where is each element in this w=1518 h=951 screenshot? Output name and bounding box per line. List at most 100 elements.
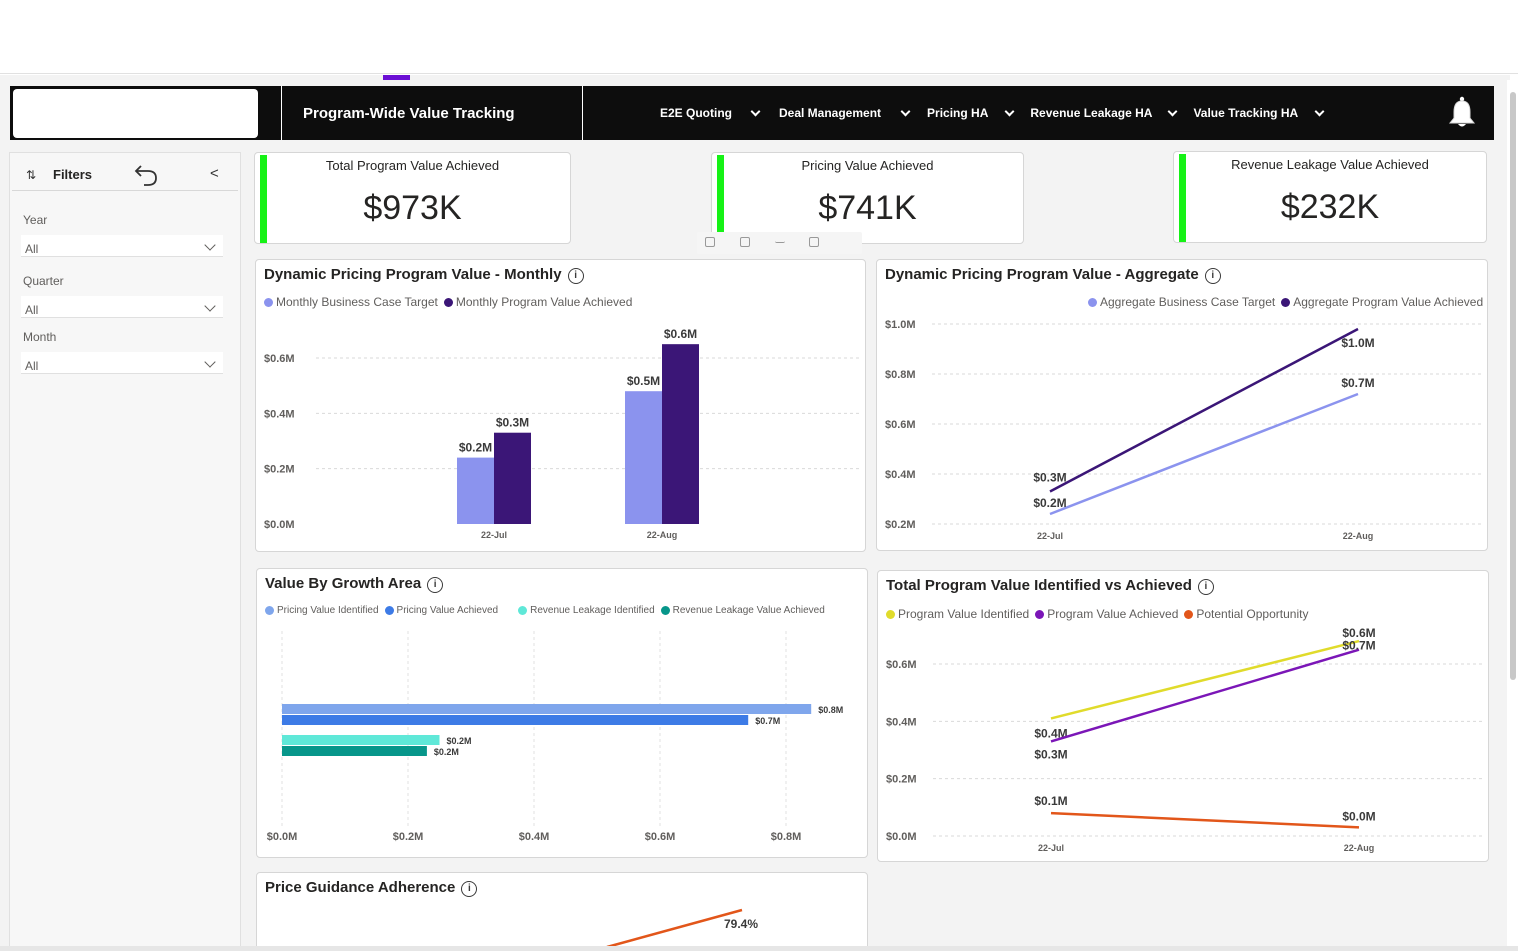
x-tick-label: 22-Aug — [1344, 843, 1375, 853]
nav-item-revenue-leakage-ha[interactable]: Revenue Leakage HA — [1030, 106, 1178, 120]
data-label: $0.6M — [664, 327, 697, 341]
x-tick-label: $0.0M — [267, 831, 298, 843]
sliders-icon: ⇅ — [26, 168, 37, 182]
bottom-bar — [0, 946, 1518, 951]
filter-icon[interactable] — [775, 237, 785, 243]
chevron-down-icon — [1167, 106, 1178, 116]
nav-item-label: E2E Quoting — [660, 106, 732, 120]
undo-icon[interactable] — [133, 161, 159, 187]
series-line — [1049, 327, 1359, 493]
filter-label-quarter: Quarter — [23, 274, 64, 288]
kpi-card-pricing-value[interactable]: Pricing Value Achieved $741K — [711, 152, 1024, 244]
bar — [457, 457, 494, 524]
focus-mode-icon[interactable] — [809, 237, 819, 247]
y-tick-label: $0.0M — [886, 831, 917, 843]
nav-menu: E2E Quoting Deal Management Pricing HA R… — [660, 86, 1325, 140]
data-label: $0.0M — [1342, 809, 1375, 823]
nav-item-e2e-quoting[interactable]: E2E Quoting — [660, 106, 761, 120]
data-label: $0.8M — [818, 705, 843, 715]
data-label: $0.2M — [447, 736, 472, 746]
data-label: $1.0M — [1341, 336, 1374, 350]
dropdown-value: All — [25, 303, 39, 317]
filter-pane-header: ⇅ Filters < — [12, 161, 238, 191]
data-label: $0.2M — [1033, 496, 1066, 510]
nav-item-deal-management[interactable]: Deal Management — [779, 106, 911, 120]
bar — [282, 735, 440, 745]
y-tick-label: $0.2M — [264, 464, 295, 476]
x-tick-label: 22-Aug — [647, 530, 678, 540]
chart-card-price-guidance[interactable]: Price Guidance Adherence i 79.4% — [256, 872, 868, 951]
y-tick-label: $0.8M — [885, 369, 916, 381]
dropdown-value: All — [25, 359, 39, 373]
chart-card-aggregate[interactable]: Dynamic Pricing Program Value - Aggregat… — [876, 259, 1488, 551]
page-indicator — [383, 75, 410, 80]
monthly-bar-chart: $0.0M $0.2M $0.4M $0.6M 22-Jul $0.2M $0.3M 22-A… — [264, 327, 861, 540]
chart-card-identified-vs-achieved[interactable]: Total Program Value Identified vs Achiev… — [877, 570, 1489, 862]
nav-item-label: Deal Management — [779, 106, 882, 120]
y-tick-label: $0.4M — [886, 716, 917, 728]
chart-card-growth-area[interactable]: Value By Growth Area i Pricing Value Iden… — [256, 568, 868, 858]
y-tick-label: $0.6M — [264, 353, 295, 365]
nav-item-label: Revenue Leakage HA — [1030, 106, 1153, 120]
copy-icon[interactable] — [740, 237, 750, 247]
x-tick-label: $0.8M — [771, 831, 802, 843]
scrollbar-thumb[interactable] — [1510, 92, 1516, 680]
data-label: $0.2M — [434, 747, 459, 757]
bar — [662, 344, 699, 524]
kpi-card-total-program-value[interactable]: Total Program Value Achieved $973K — [254, 152, 571, 244]
quarter-dropdown[interactable]: All — [21, 296, 223, 318]
bar — [625, 391, 662, 524]
x-tick-label: 22-Aug — [1343, 531, 1374, 541]
bar — [282, 704, 812, 714]
data-label: $0.7M — [1342, 639, 1375, 653]
bar — [282, 715, 749, 725]
data-label: $0.2M — [459, 441, 492, 455]
x-tick-label: $0.2M — [393, 831, 424, 843]
nav-item-label: Pricing HA — [927, 106, 989, 120]
filter-pane-title: Filters — [53, 167, 93, 182]
y-tick-label: $0.4M — [264, 408, 295, 420]
nav-item-pricing-ha[interactable]: Pricing HA — [927, 106, 1015, 120]
filter-pane — [9, 152, 241, 948]
kpi-title: Total Program Value Achieved — [325, 158, 500, 173]
kpi-value: $973K — [363, 189, 462, 227]
report-title: Program-Wide Value Tracking — [281, 86, 583, 140]
collapse-pane-button[interactable]: < — [210, 165, 219, 182]
nav-item-value-tracking-ha[interactable]: Value Tracking HA — [1193, 106, 1325, 120]
kpi-title: Pricing Value Achieved — [801, 158, 934, 173]
year-dropdown[interactable]: All — [21, 235, 223, 257]
y-tick-label: $1.0M — [885, 319, 916, 331]
bell-icon[interactable] — [1446, 96, 1478, 130]
filter-label-year: Year — [23, 213, 48, 227]
nav-item-label: Value Tracking HA — [1193, 106, 1299, 120]
x-tick-label: $0.6M — [645, 831, 676, 843]
kpi-card-revenue-leakage-value[interactable]: Revenue Leakage Value Achieved $232K — [1173, 151, 1487, 243]
data-label: $0.3M — [496, 416, 529, 430]
chevron-down-icon — [1004, 106, 1015, 116]
series-line — [1049, 392, 1359, 516]
pin-icon[interactable] — [705, 237, 715, 247]
chevron-down-icon — [900, 106, 911, 116]
aggregate-line-chart: $0.2M $0.4M $0.6M $0.8M $1.0M 22-Jul 22-Aug $0.… — [885, 319, 1483, 541]
bar — [494, 432, 531, 524]
y-tick-label: $0.6M — [886, 659, 917, 671]
y-tick-label: $0.0M — [264, 519, 295, 531]
data-label: $0.3M — [1034, 747, 1067, 761]
month-dropdown[interactable]: All — [21, 352, 223, 374]
price-guidance-line-chart: 79.4% — [606, 908, 758, 949]
series-line — [1050, 648, 1360, 743]
identified-vs-achieved-line-chart: $0.0M$0.2M$0.4M$0.6M22-Jul 22-Aug$0.4M$0.… — [886, 626, 1484, 853]
filter-label-month: Month — [23, 330, 57, 344]
series-line — [1050, 811, 1360, 829]
y-tick-label: $0.6M — [885, 419, 916, 431]
growth-area-bar-chart: $0.0M $0.2M $0.4M $0.6M $0.8M $0.8M $0.7M $0.2M… — [267, 631, 843, 843]
chevron-down-icon — [750, 106, 761, 116]
series-line — [606, 908, 743, 949]
data-label: $0.1M — [1034, 794, 1067, 808]
y-tick-label: $0.2M — [886, 774, 917, 786]
dropdown-value: All — [25, 242, 39, 256]
data-label: 79.4% — [724, 917, 758, 931]
series-line — [1050, 639, 1360, 720]
chart-card-monthly[interactable]: Dynamic Pricing Program Value - Monthly i… — [255, 259, 866, 552]
kpi-value: $232K — [1280, 188, 1380, 226]
